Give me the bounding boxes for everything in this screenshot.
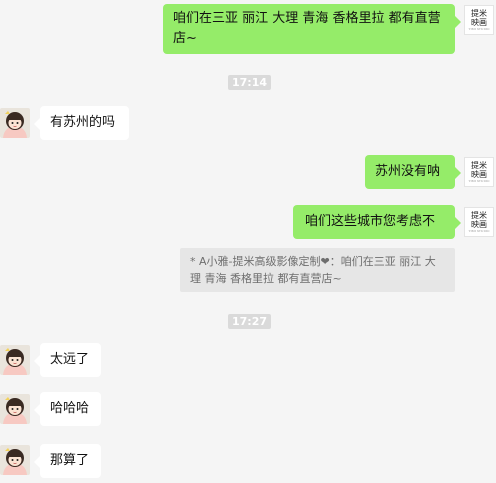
sender-avatar[interactable]: 提米 映画 TIMI STUDIO — [464, 5, 494, 35]
customer-avatar[interactable] — [0, 445, 30, 475]
avatar-logo-line1: 提米 — [471, 211, 487, 220]
message-bubble-sent[interactable]: 苏州没有呐 — [365, 155, 461, 189]
sender-avatar[interactable]: 提米 映画 TIMI STUDIO — [464, 207, 494, 237]
timestamp: 17:14 — [228, 75, 272, 90]
message-bubble-received[interactable]: 太远了 — [34, 343, 101, 377]
avatar-logo-line2: 映画 — [471, 220, 487, 229]
avatar-logo-sub: TIMI STUDIO — [468, 179, 490, 183]
avatar-logo-line2: 映画 — [471, 18, 487, 27]
girl-avatar-icon — [0, 394, 30, 424]
avatar-logo-line1: 提米 — [471, 161, 487, 170]
quoted-message[interactable]: * A小雅-提米高级影像定制❤：咱们在三亚 丽江 大理 青海 香格里拉 都有直营… — [180, 248, 455, 292]
girl-avatar-icon — [0, 345, 30, 375]
customer-avatar[interactable] — [0, 345, 30, 375]
message-bubble-received[interactable]: 哈哈哈 — [34, 392, 101, 426]
sender-avatar[interactable]: 提米 映画 TIMI STUDIO — [464, 157, 494, 187]
message-bubble-received[interactable]: 有苏州的吗 — [34, 106, 129, 140]
girl-avatar-icon — [0, 108, 30, 138]
avatar-logo-line2: 映画 — [471, 170, 487, 179]
message-bubble-received[interactable]: 那算了 — [34, 444, 101, 478]
avatar-logo-sub: TIMI STUDIO — [468, 229, 490, 233]
customer-avatar[interactable] — [0, 108, 30, 138]
avatar-logo-sub: TIMI STUDIO — [468, 27, 490, 31]
timestamp: 17:27 — [228, 314, 272, 329]
message-bubble-sent[interactable]: 咱们在三亚 丽江 大理 青海 香格里拉 都有直营店~ — [163, 4, 461, 54]
girl-avatar-icon — [0, 445, 30, 475]
avatar-logo-line1: 提米 — [471, 9, 487, 18]
message-bubble-sent[interactable]: 咱们这些城市您考虑不 — [293, 205, 461, 239]
customer-avatar[interactable] — [0, 394, 30, 424]
